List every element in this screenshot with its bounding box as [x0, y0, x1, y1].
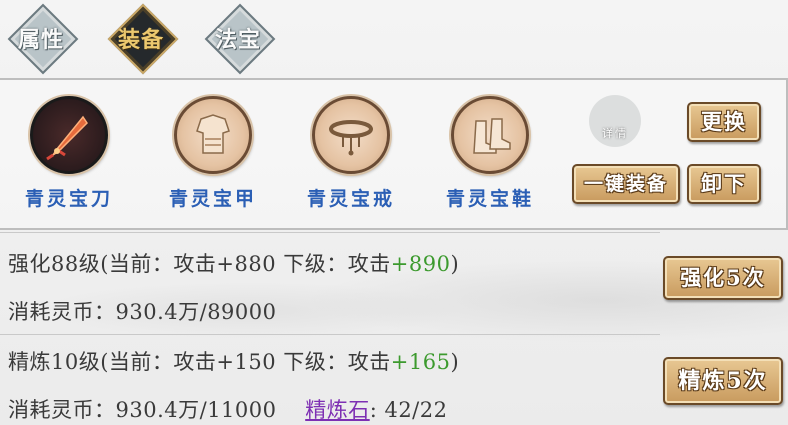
- refine-button[interactable]: 精炼5次: [663, 357, 783, 405]
- ring-belt-icon: [329, 120, 373, 156]
- equip-icon-frame: [312, 96, 390, 174]
- tab-label: 装备: [117, 27, 164, 53]
- equip-icon-frame: [451, 96, 529, 174]
- detail-button[interactable]: 详情: [589, 95, 641, 147]
- refine-level-line: 精炼10级(当前：攻击+150 下级：攻击+165): [8, 346, 459, 376]
- equip-slot-boots[interactable]: 青灵宝鞋: [425, 96, 555, 211]
- refine-cost-line: 消耗灵币：930.4万/11000 精炼石: 42/22: [8, 394, 447, 424]
- enhance-close-paren: ): [450, 252, 460, 276]
- refine-close-paren: ): [450, 350, 460, 374]
- tab-treasure[interactable]: 法宝: [203, 2, 276, 75]
- armor-icon: [196, 114, 230, 154]
- unequip-button[interactable]: 卸下: [687, 164, 761, 204]
- enhance-level-text: 强化88级(当前：攻击+880 下级：攻击: [8, 252, 391, 276]
- enhance-level-line: 强化88级(当前：攻击+880 下级：攻击+890): [8, 248, 459, 278]
- equip-name: 青灵宝甲: [168, 188, 257, 210]
- refine-stone-link[interactable]: 精炼石: [305, 398, 370, 422]
- refine-level-text: 精炼10级(当前：攻击+150 下级：攻击: [8, 350, 391, 374]
- equip-name: 青灵宝鞋: [445, 188, 534, 210]
- boots-icon: [473, 118, 511, 154]
- tab-equipment[interactable]: 装备: [106, 2, 179, 75]
- detail-label: 详情: [602, 127, 628, 140]
- equip-slot-armor[interactable]: 青灵宝甲: [148, 96, 278, 211]
- section-divider: [0, 334, 660, 335]
- equip-name: 青灵宝戒: [306, 188, 395, 210]
- tab-label: 属性: [17, 27, 64, 53]
- equip-icon-frame: [30, 96, 108, 174]
- refine-cost-text: 消耗灵币：930.4万/11000: [8, 398, 277, 422]
- tab-attributes[interactable]: 属性: [6, 2, 79, 75]
- equip-slot-ring[interactable]: 青灵宝戒: [286, 96, 416, 211]
- tab-label: 法宝: [214, 27, 261, 53]
- equip-slot-weapon[interactable]: 青灵宝刀: [4, 96, 134, 211]
- enhance-cost-line: 消耗灵币：930.4万/89000: [8, 300, 277, 324]
- replace-button[interactable]: 更换: [687, 102, 761, 142]
- section-divider: [0, 232, 660, 233]
- enhance-button[interactable]: 强化5次: [663, 256, 783, 300]
- enhance-next-value: +890: [390, 252, 451, 276]
- equip-icon-frame: [174, 96, 252, 174]
- refine-stone-value: : 42/22: [369, 398, 448, 422]
- blade-icon: [46, 115, 88, 161]
- equip-name: 青灵宝刀: [24, 188, 113, 210]
- one-key-equip-button[interactable]: 一键装备: [572, 164, 680, 204]
- refine-next-value: +165: [390, 350, 451, 374]
